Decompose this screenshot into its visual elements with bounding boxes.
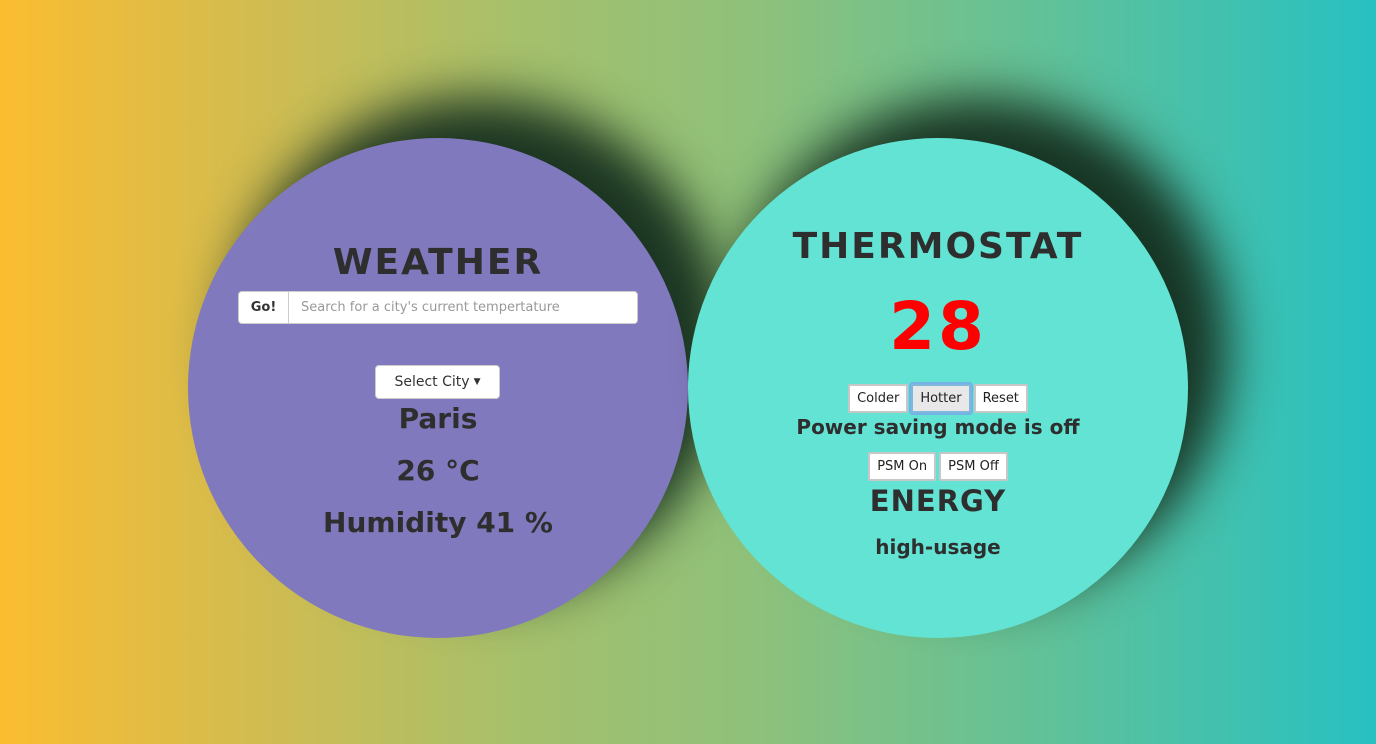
reset-button[interactable]: Reset (973, 384, 1028, 413)
psm-off-button[interactable]: PSM Off (939, 452, 1008, 481)
energy-usage: high-usage (875, 535, 1001, 559)
city-search-group: Go! (238, 291, 638, 324)
city-humidity: Humidity 41 % (323, 506, 553, 539)
go-button[interactable]: Go! (239, 292, 289, 323)
power-saving-status: Power saving mode is off (796, 415, 1080, 439)
city-name: Paris (398, 402, 478, 435)
temperature-controls: Colder Hotter Reset (688, 384, 1188, 413)
thermostat-temperature: 28 (889, 288, 987, 365)
caret-down-icon: ▼ (473, 377, 481, 387)
psm-on-button[interactable]: PSM On (868, 452, 937, 481)
select-city-label: Select City (394, 374, 470, 390)
thermostat-title: THERMOSTAT (792, 226, 1084, 267)
colder-button[interactable]: Colder (848, 384, 909, 413)
weather-panel: WEATHER Go! Select City▼ Paris 26 °C Hum… (188, 138, 688, 638)
thermostat-panel: THERMOSTAT 28 Colder Hotter Reset Power … (688, 138, 1188, 638)
hotter-button[interactable]: Hotter (911, 384, 971, 413)
select-city-dropdown[interactable]: Select City ▼ (375, 365, 500, 399)
city-search-input[interactable] (289, 292, 637, 323)
weather-title: WEATHER (332, 242, 544, 283)
city-temperature: 26 °C (396, 454, 480, 487)
psm-controls: PSM On PSM Off (688, 452, 1188, 481)
energy-title: ENERGY (869, 484, 1007, 518)
